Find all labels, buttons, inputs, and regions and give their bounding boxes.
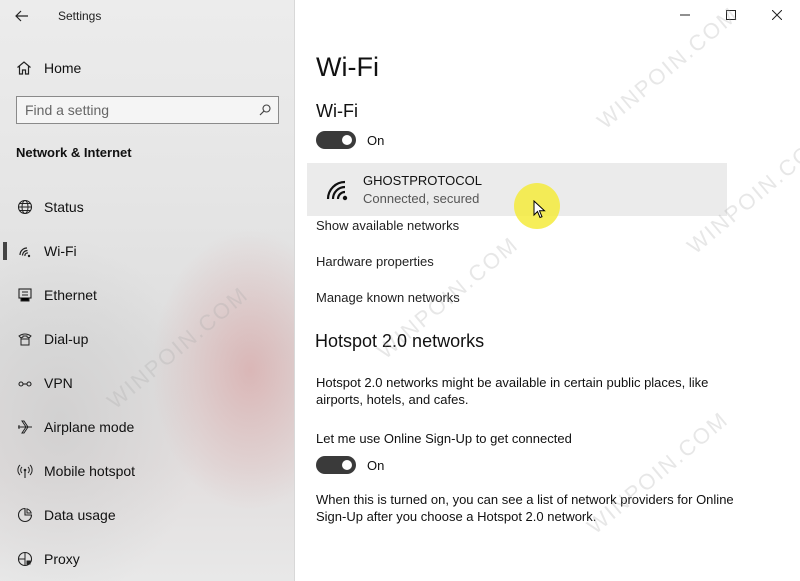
sidebar-item-label: Dial-up	[44, 331, 89, 347]
wifi-toggle[interactable]	[316, 131, 356, 149]
sidebar-item-label: Proxy	[44, 551, 80, 567]
minimize-button[interactable]	[662, 0, 708, 30]
airplane-icon	[16, 418, 34, 436]
signup-toggle-label: On	[367, 457, 385, 473]
close-button[interactable]	[754, 0, 800, 30]
proxy-icon	[16, 550, 34, 568]
vpn-icon	[16, 374, 34, 392]
minimize-icon	[680, 14, 690, 16]
window-controls	[662, 0, 800, 32]
sidebar-item-mobile-hotspot[interactable]: Mobile hotspot	[0, 449, 295, 493]
sidebar: Settings Home Network & Internet Status …	[0, 0, 295, 581]
hotspot-section-title: Hotspot 2.0 networks	[315, 331, 485, 351]
search-input[interactable]	[17, 97, 252, 123]
search-box[interactable]	[16, 96, 279, 124]
section-title: Network & Internet	[16, 145, 132, 160]
wifi-toggle-row: On	[316, 131, 384, 149]
sidebar-item-label: VPN	[44, 375, 73, 391]
show-available-networks-link[interactable]: Show available networks	[316, 218, 459, 233]
sidebar-item-wifi[interactable]: Wi-Fi	[0, 229, 295, 273]
maximize-button[interactable]	[708, 0, 754, 30]
manage-known-networks-link[interactable]: Manage known networks	[316, 290, 460, 305]
mouse-cursor-icon	[533, 200, 546, 219]
ethernet-icon	[16, 286, 34, 304]
signup-toggle-row: On	[316, 456, 384, 474]
sidebar-item-status[interactable]: Status	[0, 185, 295, 229]
sidebar-item-label: Ethernet	[44, 287, 97, 303]
hotspot-footer-text: When this is turned on, you can see a li…	[316, 492, 734, 524]
sidebar-item-ethernet[interactable]: Ethernet	[0, 273, 295, 317]
back-arrow-icon	[15, 10, 28, 22]
hardware-properties-link[interactable]: Hardware properties	[316, 254, 434, 269]
home-nav-item[interactable]: Home	[16, 57, 81, 79]
titlebar: Settings	[0, 0, 295, 32]
maximize-icon	[726, 10, 736, 20]
wifi-icon	[16, 242, 34, 260]
sidebar-item-vpn[interactable]: VPN	[0, 361, 295, 405]
sidebar-item-dialup[interactable]: Dial-up	[0, 317, 295, 361]
home-icon	[17, 61, 31, 75]
hotspot-description: Hotspot 2.0 networks might be available …	[316, 375, 709, 407]
wifi-section-title: Wi-Fi	[316, 101, 358, 121]
home-label: Home	[44, 60, 82, 76]
back-button[interactable]	[0, 0, 44, 32]
sidebar-item-label: Mobile hotspot	[44, 463, 136, 479]
sidebar-item-label: Data usage	[44, 507, 116, 523]
wifi-signal-icon	[313, 178, 363, 202]
globe-icon	[16, 198, 34, 216]
sidebar-item-data-usage[interactable]: Data usage	[0, 493, 295, 537]
sidebar-item-label: Airplane mode	[44, 419, 135, 435]
network-name: GHOSTPROTOCOL	[363, 173, 482, 188]
wifi-toggle-label: On	[367, 132, 385, 148]
online-signup-label: Let me use Online Sign-Up to get connect…	[316, 431, 572, 446]
search-icon[interactable]	[252, 104, 278, 116]
app-title: Settings	[58, 9, 102, 23]
sidebar-item-proxy[interactable]: Proxy	[0, 537, 295, 581]
nav-list: Status Wi-Fi Ethernet Dial-up VPN Airpla…	[0, 185, 295, 581]
close-icon	[772, 10, 782, 20]
network-status: Connected, secured	[363, 191, 480, 206]
hotspot-icon	[16, 462, 34, 480]
dialup-icon	[16, 330, 34, 348]
page-title: Wi-Fi	[316, 52, 379, 82]
online-signup-toggle[interactable]	[316, 456, 356, 474]
sidebar-item-airplane-mode[interactable]: Airplane mode	[0, 405, 295, 449]
sidebar-item-label: Status	[44, 199, 84, 215]
sidebar-item-label: Wi-Fi	[44, 243, 77, 259]
data-usage-icon	[16, 506, 34, 524]
